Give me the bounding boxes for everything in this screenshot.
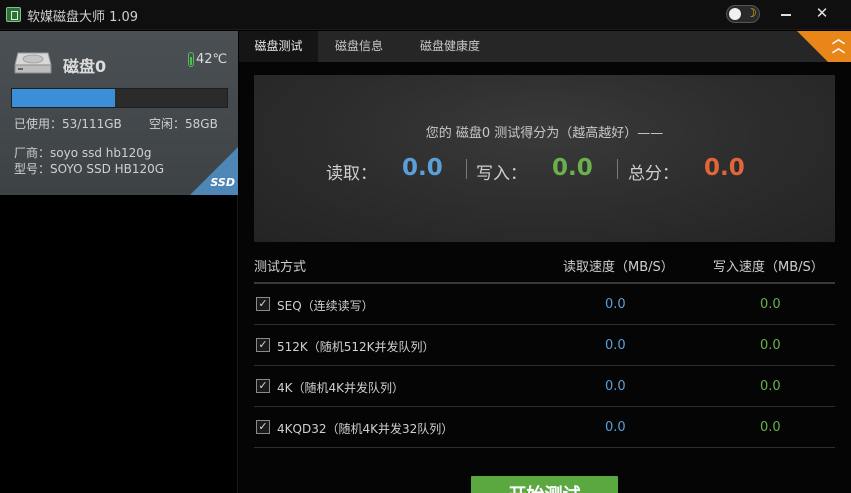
disk-used-text: 已使用：53/111GB [14, 117, 122, 131]
disk-card[interactable]: 磁盘0 42℃ 已使用：53/111GB 空闲：58GB 厂商：soyo ssd… [0, 31, 238, 195]
tab-bar: 磁盘测试 磁盘信息 磁盘健康度 [239, 31, 851, 62]
read-speed-value: 0.0 [605, 379, 626, 394]
write-speed-value: 0.0 [760, 338, 781, 353]
double-chevron-up-icon: ︿ ︿ [831, 32, 845, 56]
test-checkbox[interactable]: ✓ [256, 297, 270, 311]
total-score-value: 0.0 [704, 155, 745, 181]
disk-name: 磁盘0 [63, 57, 107, 76]
thermometer-icon [188, 52, 194, 67]
score-panel: 您的 磁盘0 测试得分为（越高越好）—— 读取： 0.0 写入： 0.0 总分：… [254, 75, 835, 242]
read-score-value: 0.0 [402, 155, 443, 181]
table-row: ✓ 512K（随机512K并发队列） 0.0 0.0 [254, 325, 835, 366]
read-speed-value: 0.0 [605, 297, 626, 312]
minimize-button[interactable] [774, 3, 798, 23]
disk-model-text: 型号：SOYO SSD HB120G [14, 162, 165, 176]
read-speed-value: 0.0 [605, 420, 626, 435]
test-method-label: 4KQD32（随机4K并发32队列） [277, 422, 454, 436]
write-score-label: 写入： [476, 164, 527, 184]
app-logo-icon [6, 7, 21, 22]
table-row: ✓ 4K（随机4K并发队列） 0.0 0.0 [254, 366, 835, 407]
write-speed-value: 0.0 [760, 297, 781, 312]
write-score-value: 0.0 [552, 155, 593, 181]
disk-usage-bar [11, 88, 228, 108]
test-method-label: 512K（随机512K并发队列） [277, 340, 435, 354]
results-table-header: 测试方式 读取速度（MB/S） 写入速度（MB/S） [254, 252, 835, 284]
column-header-read-speed: 读取速度（MB/S） [563, 260, 674, 275]
disk-vendor-text: 厂商：soyo ssd hb120g [14, 146, 152, 160]
disk-temperature: 42℃ [196, 52, 228, 67]
score-divider [617, 159, 618, 179]
tab-disk-health[interactable]: 磁盘健康度 [400, 31, 500, 62]
close-button[interactable]: ✕ [810, 3, 834, 23]
disk-list-panel: 磁盘0 42℃ 已使用：53/111GB 空闲：58GB 厂商：soyo ssd… [0, 31, 238, 493]
column-header-method: 测试方式 [254, 260, 307, 275]
write-speed-value: 0.0 [760, 379, 781, 394]
test-checkbox[interactable]: ✓ [256, 379, 270, 393]
tab-disk-test[interactable]: 磁盘测试 [239, 31, 318, 62]
start-test-button[interactable]: 开始测试 [471, 476, 618, 493]
read-speed-value: 0.0 [605, 338, 626, 353]
test-method-label: 4K（随机4K并发队列） [277, 381, 405, 395]
moon-icon: ☽ [746, 6, 757, 20]
hard-disk-icon [14, 52, 52, 74]
theme-toggle[interactable]: ☽ [726, 5, 760, 23]
main-content: 您的 磁盘0 测试得分为（越高越好）—— 读取： 0.0 写入： 0.0 总分：… [239, 62, 851, 493]
window-title: 软媒磁盘大师 1.09 [27, 10, 139, 25]
disk-usage-fill [12, 89, 115, 107]
sun-icon [729, 8, 741, 20]
test-checkbox[interactable]: ✓ [256, 338, 270, 352]
ssd-badge-label: SSD [210, 176, 235, 189]
tab-disk-info[interactable]: 磁盘信息 [321, 31, 397, 62]
write-speed-value: 0.0 [760, 420, 781, 435]
test-method-label: SEQ（连续读写） [277, 299, 374, 313]
table-row: ✓ SEQ（连续读写） 0.0 0.0 [254, 284, 835, 325]
title-bar: 软媒磁盘大师 1.09 ☽ ✕ [0, 0, 851, 30]
score-divider [466, 159, 467, 179]
read-score-label: 读取： [326, 164, 377, 184]
table-row: ✓ 4KQD32（随机4K并发32队列） 0.0 0.0 [254, 407, 835, 448]
disk-free-text: 空闲：58GB [149, 117, 218, 131]
test-checkbox[interactable]: ✓ [256, 420, 270, 434]
score-caption: 您的 磁盘0 测试得分为（越高越好）—— [425, 126, 664, 141]
column-header-write-speed: 写入速度（MB/S） [713, 260, 824, 275]
total-score-label: 总分： [628, 164, 679, 184]
